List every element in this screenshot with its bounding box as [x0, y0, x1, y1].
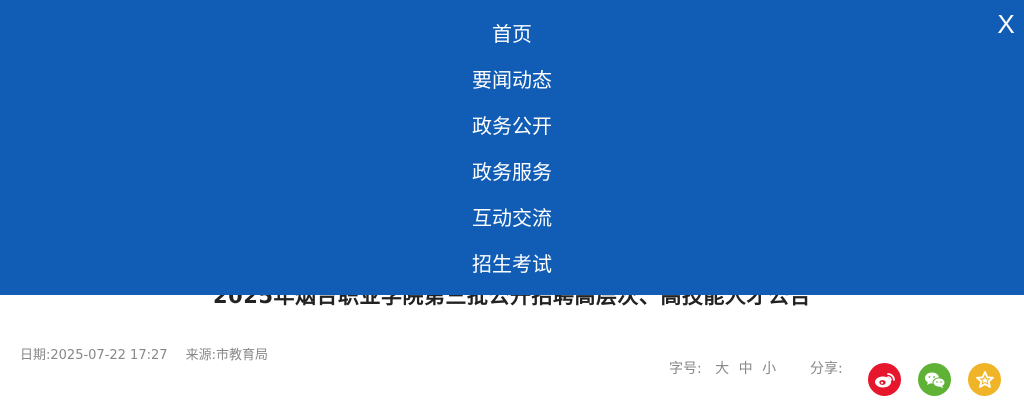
- nav-item-home[interactable]: 首页: [0, 20, 1024, 48]
- font-size-control: 字号: 大 中 小: [669, 358, 776, 378]
- nav-item-enrollment-exams[interactable]: 招生考试: [0, 250, 1024, 278]
- font-size-label: 字号:: [669, 361, 702, 377]
- share-label: 分享:: [810, 361, 843, 377]
- article-source: 来源:市教育局: [185, 348, 269, 363]
- navigation-overlay: 首页 要闻动态 政务公开 政务服务 互动交流 招生考试 X: [0, 0, 1024, 295]
- page: 2025年烟台职业学院第三批公开招聘高层次、高技能人才公告 日期:2025-07…: [0, 0, 1024, 400]
- article-date: 日期:2025-07-22 17:27: [20, 348, 168, 363]
- nav-item-news[interactable]: 要闻动态: [0, 66, 1024, 94]
- font-size-small[interactable]: 小: [762, 361, 776, 377]
- font-size-large[interactable]: 大: [715, 361, 729, 377]
- favorite-star-icon: [975, 370, 994, 388]
- article-meta: 日期:2025-07-22 17:27 来源:市教育局: [20, 344, 268, 363]
- nav-item-government-services[interactable]: 政务服务: [0, 158, 1024, 186]
- nav-item-government-affairs[interactable]: 政务公开: [0, 112, 1024, 140]
- share-favorite-button[interactable]: [968, 363, 1001, 396]
- share-wechat-button[interactable]: [918, 363, 951, 396]
- close-menu-button[interactable]: X: [994, 8, 1018, 40]
- font-size-medium[interactable]: 中: [739, 361, 753, 377]
- weibo-icon: [874, 372, 895, 387]
- wechat-icon: [924, 372, 945, 388]
- nav-item-interaction[interactable]: 互动交流: [0, 204, 1024, 232]
- share-weibo-button[interactable]: [868, 363, 901, 396]
